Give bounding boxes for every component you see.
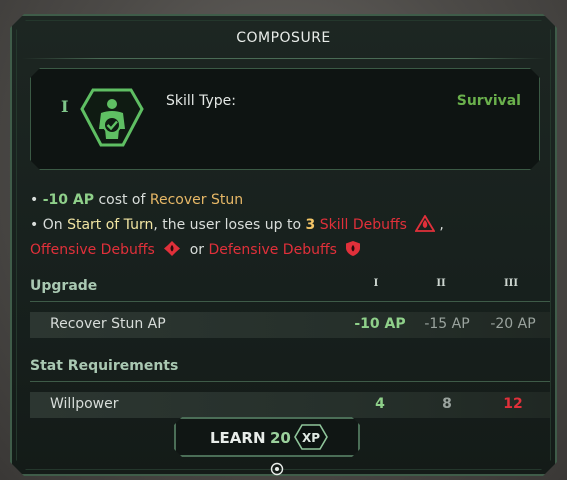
cursor-icon — [270, 462, 284, 476]
upgrade-col-3: III — [503, 278, 519, 289]
skill-type-value: Survival — [456, 93, 521, 109]
description-line-1: • -10 AP cost of Recover Stun — [30, 192, 244, 208]
stat-requirements-header: Stat Requirements — [30, 358, 550, 382]
learn-cost: 20 — [270, 429, 291, 447]
ap-cost: -10 AP — [42, 192, 94, 208]
skill-debuff-icon — [415, 215, 435, 232]
offensive-debuff-icon — [163, 240, 181, 257]
skill-panel: COMPOSURE I Skill Type: Survival • -10 A… — [10, 14, 557, 476]
upgrade-row-recover-stun: Recover Stun AP -10 AP -15 AP -20 AP — [30, 312, 550, 338]
upgrade-heading: Upgrade — [30, 278, 98, 294]
requirement-row-willpower: Willpower 4 8 12 — [30, 392, 550, 418]
keyword-recover-stun[interactable]: Recover Stun — [150, 192, 243, 208]
upgrade-value-2: -15 AP — [424, 316, 470, 332]
upgrade-col-2: II — [436, 278, 446, 289]
panel-title: COMPOSURE — [236, 30, 331, 46]
xp-icon: XP — [294, 424, 328, 450]
requirement-value-1: 4 — [375, 396, 385, 412]
defensive-debuff-icon — [345, 240, 361, 257]
svg-text:XP: XP — [302, 431, 320, 445]
row-label: Willpower — [50, 396, 119, 412]
upgrade-value-1: -10 AP — [354, 316, 406, 332]
requirement-value-3: 12 — [503, 396, 523, 412]
keyword-defensive-debuffs[interactable]: Defensive Debuffs — [208, 242, 336, 258]
skill-type-label: Skill Type: — [166, 93, 236, 109]
title-divider — [22, 58, 545, 59]
description-line-2: • On Start of Turn, the user loses up to… — [30, 215, 444, 233]
keyword-skill-debuffs[interactable]: Skill Debuffs — [320, 217, 407, 233]
requirement-value-2: 8 — [442, 396, 452, 412]
figure-check-icon — [79, 87, 145, 149]
row-label: Recover Stun AP — [50, 316, 166, 332]
keyword-offensive-debuffs[interactable]: Offensive Debuffs — [30, 242, 155, 258]
upgrade-col-1: I — [373, 278, 379, 289]
upgrade-header: Upgrade I II III — [30, 278, 550, 302]
description-line-3: Offensive Debuffs or Defensive Debuffs — [30, 240, 550, 265]
skill-description: • -10 AP cost of Recover Stun • On Start… — [30, 190, 550, 265]
learn-label: LEARN — [210, 429, 266, 447]
upgrade-value-3: -20 AP — [490, 316, 536, 332]
keyword-start-of-turn[interactable]: Start of Turn — [67, 217, 153, 233]
skill-info-box: I Skill Type: Survival — [30, 68, 540, 170]
tier-marker: I — [61, 97, 69, 116]
learn-button[interactable]: LEARN 20 XP — [174, 417, 360, 457]
debuff-count: 3 — [305, 217, 316, 233]
stat-requirements-heading: Stat Requirements — [30, 358, 179, 374]
